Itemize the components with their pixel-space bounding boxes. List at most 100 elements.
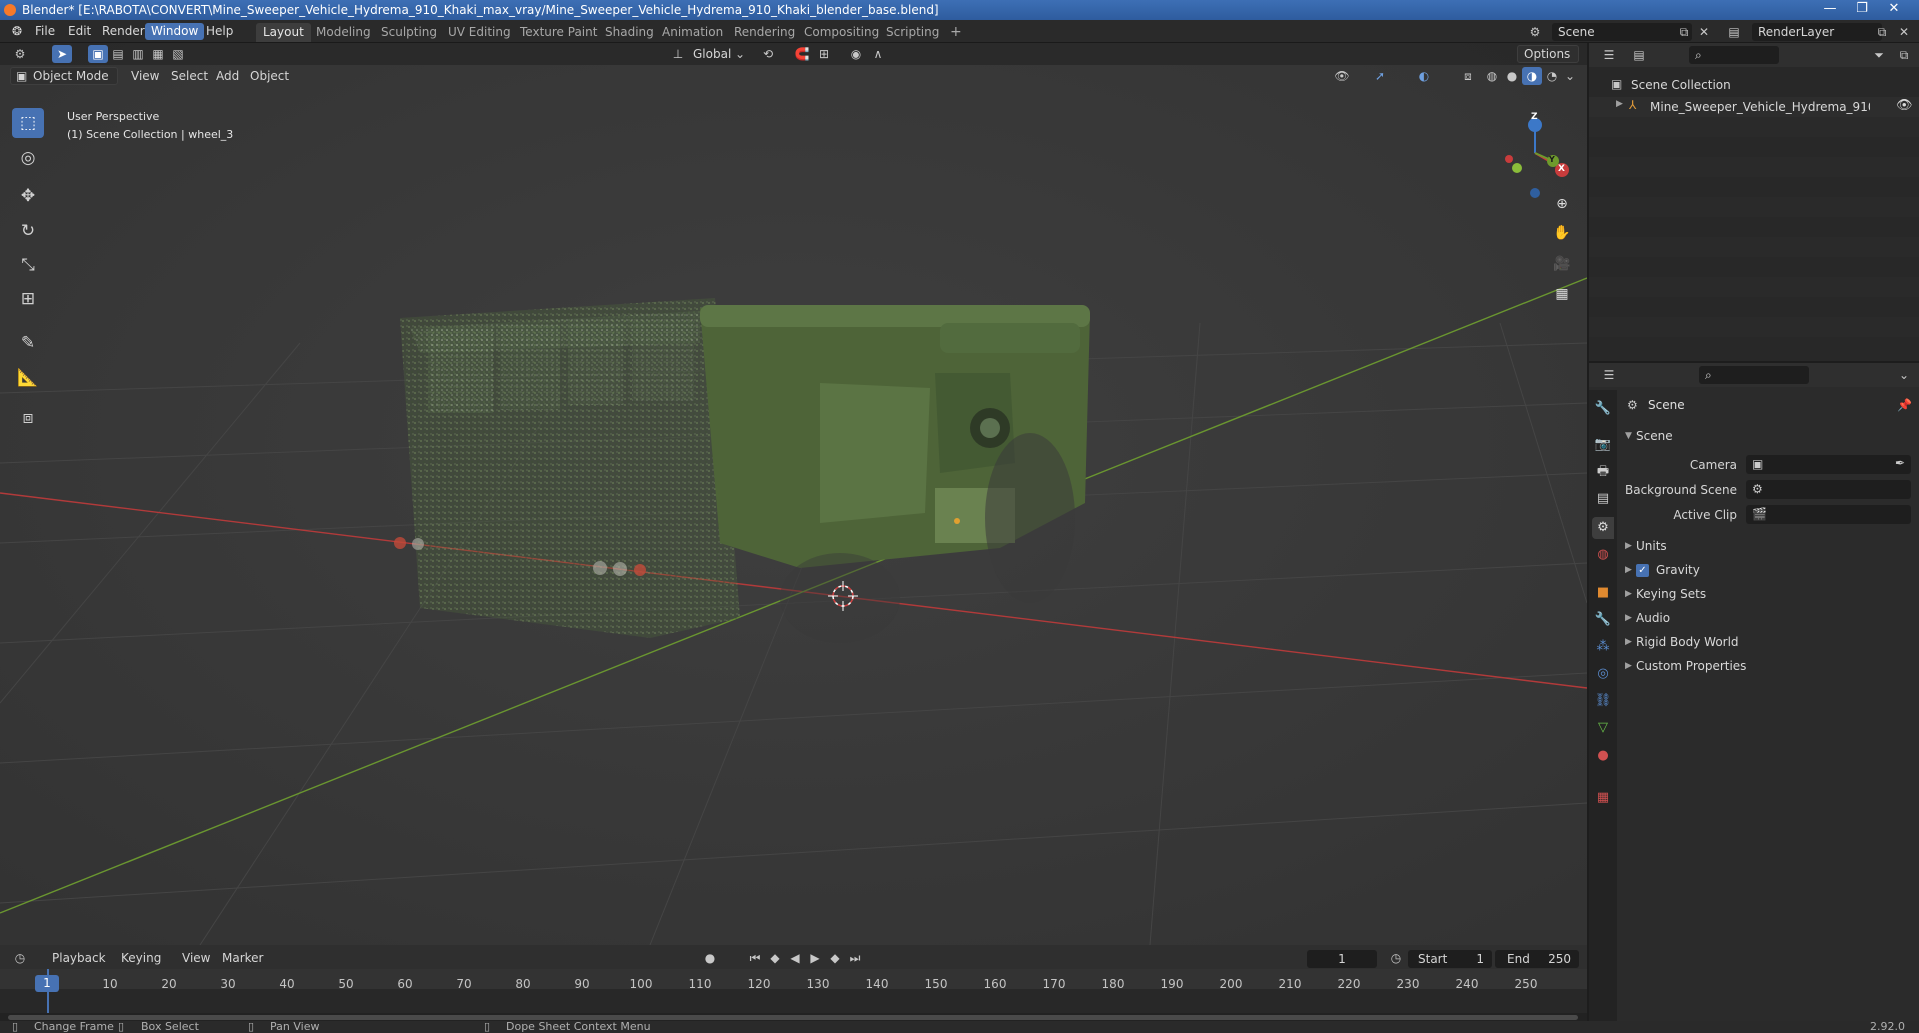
- view-layer-field[interactable]: RenderLayer: [1752, 23, 1882, 41]
- scene-selector-icon[interactable]: ⚙: [1525, 23, 1545, 41]
- scale-tool[interactable]: ⤡: [12, 250, 44, 280]
- preview-range-icon[interactable]: ◷: [1386, 949, 1406, 967]
- panel-audio[interactable]: ▶ Audio: [1622, 607, 1912, 629]
- add-workspace-button[interactable]: +: [943, 23, 969, 42]
- properties-options-icon[interactable]: ⌄: [1894, 366, 1914, 384]
- delete-view-layer-icon[interactable]: ✕: [1894, 23, 1914, 41]
- display-mode-icon[interactable]: ▤: [1629, 46, 1649, 64]
- viewport-menu-view[interactable]: View: [126, 67, 164, 85]
- falloff-icon[interactable]: ∧: [868, 45, 888, 63]
- 3d-viewport[interactable]: Z X Y User Perspective (1) Scene Collect…: [0, 43, 1587, 945]
- play-icon[interactable]: ▶: [805, 949, 825, 967]
- menu-help[interactable]: Help: [200, 23, 239, 40]
- world-tab-icon[interactable]: ◍: [1592, 544, 1614, 566]
- particles-tab-icon[interactable]: ⁂: [1592, 636, 1614, 658]
- current-frame-field[interactable]: 1: [1307, 950, 1377, 968]
- scene-collection-label[interactable]: Scene Collection: [1631, 78, 1731, 92]
- tab-texture-paint[interactable]: Texture Paint: [513, 23, 604, 42]
- constraints-tab-icon[interactable]: ⛓: [1592, 690, 1614, 712]
- scene-tab-icon[interactable]: ⚙: [1592, 517, 1614, 539]
- timeline-menu-marker[interactable]: Marker: [217, 949, 268, 967]
- rendered-shading-icon[interactable]: ◔: [1542, 67, 1562, 85]
- filter-icon[interactable]: ⏷: [1869, 46, 1889, 64]
- maximize-button[interactable]: ❐: [1848, 0, 1876, 20]
- new-scene-icon[interactable]: ⧉: [1674, 23, 1694, 41]
- object-tab-icon[interactable]: ■: [1592, 582, 1614, 604]
- menu-edit[interactable]: Edit: [62, 23, 97, 40]
- gravity-checkbox[interactable]: ✓: [1636, 564, 1649, 577]
- panel-gravity[interactable]: ▶ ✓ Gravity: [1622, 559, 1912, 581]
- view-layer-tab-icon[interactable]: ▤: [1592, 488, 1614, 510]
- properties-editor-icon[interactable]: ☰: [1599, 366, 1619, 384]
- tab-layout[interactable]: Layout: [256, 23, 311, 42]
- viewport-menu-add[interactable]: Add: [211, 67, 244, 85]
- visibility-eye-icon[interactable]: 👁: [1896, 98, 1913, 113]
- tool-tab-icon[interactable]: 🔧: [1592, 398, 1614, 420]
- new-collection-icon[interactable]: ⧉: [1894, 46, 1914, 64]
- tab-uv-editing[interactable]: UV Editing: [441, 23, 518, 42]
- blender-menu-icon[interactable]: ❂: [6, 23, 28, 40]
- transform-orientation-icon[interactable]: ⊥: [668, 45, 688, 63]
- jump-start-icon[interactable]: ⏮: [745, 949, 765, 967]
- viewport-menu-select[interactable]: Select: [166, 67, 213, 85]
- gizmo-x-label[interactable]: X: [1558, 164, 1565, 174]
- data-tab-icon[interactable]: ▽: [1592, 717, 1614, 739]
- transform-tool[interactable]: ⊞: [12, 284, 44, 314]
- timeline-scrollbar[interactable]: [8, 1015, 1578, 1020]
- pivot-point-icon[interactable]: ⟲: [758, 45, 778, 63]
- select-mode-intersect-icon[interactable]: ▧: [168, 45, 188, 63]
- object-name-label[interactable]: Mine_Sweeper_Vehicle_Hydrema_910_Khak: [1650, 100, 1870, 114]
- proportional-edit-icon[interactable]: ◉: [846, 45, 866, 63]
- select-box-tool[interactable]: ⬚: [12, 108, 44, 138]
- shading-options-icon[interactable]: ⌄: [1560, 67, 1580, 85]
- timeline-menu-keying[interactable]: Keying: [116, 949, 166, 967]
- select-mode-extend-icon[interactable]: ▤: [108, 45, 128, 63]
- jump-end-icon[interactable]: ⏭: [845, 949, 865, 967]
- timeline-menu-playback[interactable]: Playback: [47, 949, 111, 967]
- prev-keyframe-icon[interactable]: ◆: [765, 949, 785, 967]
- playhead-frame-label[interactable]: 1: [35, 975, 59, 992]
- panel-units[interactable]: ▶ Units: [1622, 535, 1912, 557]
- add-cube-tool[interactable]: ⧈: [12, 403, 44, 433]
- viewport-menu-object[interactable]: Object: [245, 67, 294, 85]
- delete-scene-icon[interactable]: ✕: [1694, 23, 1714, 41]
- ortho-toggle-icon[interactable]: ▦: [1551, 286, 1573, 308]
- measure-tool[interactable]: 📐: [12, 363, 44, 393]
- annotate-tool[interactable]: ✎: [12, 328, 44, 358]
- rotate-tool[interactable]: ↻: [12, 216, 44, 246]
- timeline-editor-icon[interactable]: ◷: [10, 949, 30, 967]
- material-tab-icon[interactable]: ●: [1592, 745, 1614, 767]
- output-tab-icon[interactable]: 🖶: [1592, 461, 1614, 483]
- editor-type-icon[interactable]: ⚙: [10, 45, 30, 63]
- menu-render[interactable]: Render: [96, 23, 151, 40]
- background-scene-field[interactable]: ⚙: [1746, 480, 1911, 499]
- gizmo-y-label[interactable]: Y: [1549, 155, 1555, 164]
- select-mode-new-icon[interactable]: ▣: [88, 45, 108, 63]
- new-view-layer-icon[interactable]: ⧉: [1872, 23, 1892, 41]
- physics-tab-icon[interactable]: ◎: [1592, 663, 1614, 685]
- outliner-search-field[interactable]: ⌕: [1689, 46, 1779, 64]
- tab-shading[interactable]: Shading: [598, 23, 661, 42]
- end-frame-field[interactable]: End 250: [1495, 950, 1579, 968]
- tab-scripting[interactable]: Scripting: [879, 23, 946, 42]
- close-window-button[interactable]: ✕: [1880, 0, 1908, 20]
- panel-scene[interactable]: ▼ Scene: [1622, 425, 1912, 447]
- material-shading-icon[interactable]: ◑: [1522, 67, 1542, 85]
- panel-keying-sets[interactable]: ▶ Keying Sets: [1622, 583, 1912, 605]
- auto-keying-icon[interactable]: ●: [700, 949, 720, 967]
- minimize-button[interactable]: —: [1816, 0, 1844, 20]
- eyedropper-icon[interactable]: ✒: [1895, 456, 1905, 470]
- tab-modeling[interactable]: Modeling: [309, 23, 378, 42]
- wireframe-shading-icon[interactable]: ◍: [1482, 67, 1502, 85]
- view-layer-icon[interactable]: ▤: [1724, 23, 1744, 41]
- snap-target-icon[interactable]: ⊞: [814, 45, 834, 63]
- select-mode-subtract-icon[interactable]: ▥: [128, 45, 148, 63]
- move-tool[interactable]: ✥: [12, 181, 44, 211]
- active-clip-field[interactable]: 🎬: [1746, 505, 1911, 524]
- visibility-icon[interactable]: 👁: [1332, 67, 1352, 85]
- pan-hand-icon[interactable]: ✋: [1551, 225, 1573, 247]
- gizmo-z-label[interactable]: Z: [1531, 112, 1538, 122]
- camera-view-icon[interactable]: 🎥: [1551, 256, 1573, 278]
- properties-search-field[interactable]: ⌕: [1699, 366, 1809, 384]
- select-tool-indicator-icon[interactable]: ➤: [52, 45, 72, 63]
